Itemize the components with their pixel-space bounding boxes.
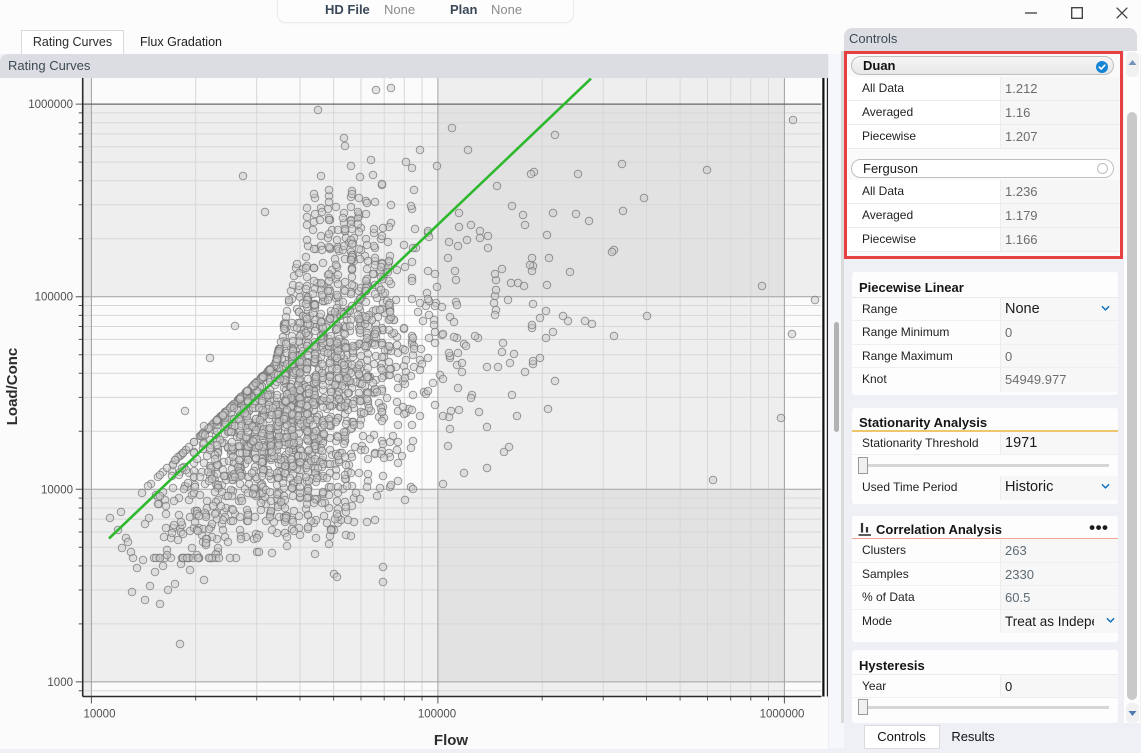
svg-text:1000000: 1000000 xyxy=(760,708,805,720)
svg-text:Load/Conc: Load/Conc xyxy=(4,347,21,425)
svg-text:1000000: 1000000 xyxy=(28,99,73,111)
svg-text:10000: 10000 xyxy=(84,708,116,720)
svg-text:1000: 1000 xyxy=(47,676,73,688)
svg-text:10000: 10000 xyxy=(41,484,73,496)
svg-text:Flow: Flow xyxy=(434,732,468,749)
svg-text:100000: 100000 xyxy=(35,291,73,303)
svg-text:100000: 100000 xyxy=(418,708,456,720)
